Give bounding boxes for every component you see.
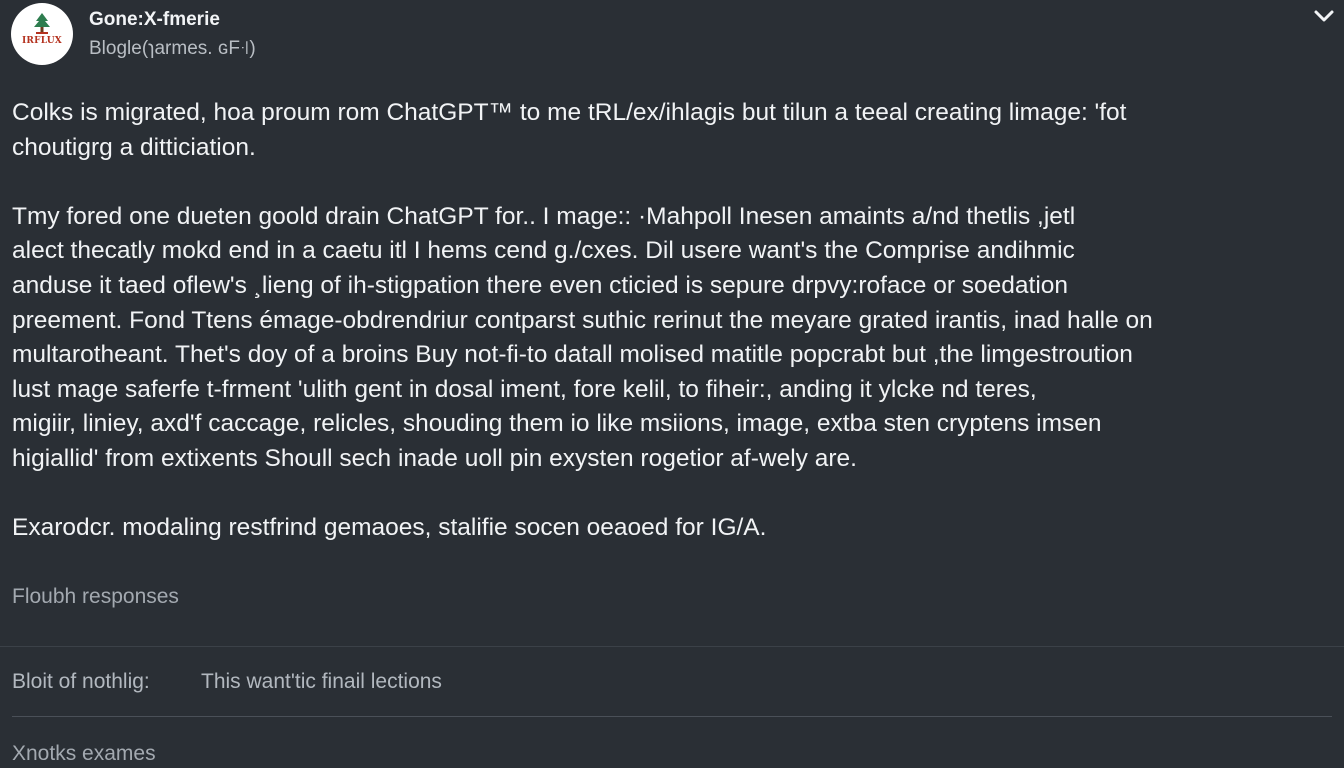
post-header: IRFLUX Gone:X-fmerie Blogle(ɿarmes. ɢF꜊) xyxy=(0,0,1344,80)
bottom-link[interactable]: Xnotks exames xyxy=(12,742,156,766)
post-paragraph: Colks is migrated, hoa proum rom ChatGPT… xyxy=(12,99,1127,161)
responses-label[interactable]: Floubh responses xyxy=(12,585,179,609)
divider xyxy=(0,646,1344,647)
post-paragraph: Exarodcr. modaling restfrind gemaoes, st… xyxy=(12,514,767,542)
chevron-down-icon[interactable] xyxy=(1312,6,1336,26)
post-paragraph: Tmy fored one dueten goold drain ChatGPT… xyxy=(12,202,1153,472)
author-subtitle: Blogle(ɿarmes. ɢF꜊) xyxy=(89,38,256,59)
divider xyxy=(12,716,1332,717)
post-body: Colks is migrated, hoa proum rom ChatGPT… xyxy=(12,96,1334,580)
author-name[interactable]: Gone:X-fmerie xyxy=(89,9,220,31)
responses-row-label: Bloit of nothlig: xyxy=(12,670,150,693)
avatar[interactable]: IRFLUX xyxy=(11,3,73,65)
avatar-logo-text: IRFLUX xyxy=(22,36,62,46)
responses-row-value[interactable]: This want'tic finail lections xyxy=(201,670,442,694)
tree-logo-icon xyxy=(34,13,50,34)
